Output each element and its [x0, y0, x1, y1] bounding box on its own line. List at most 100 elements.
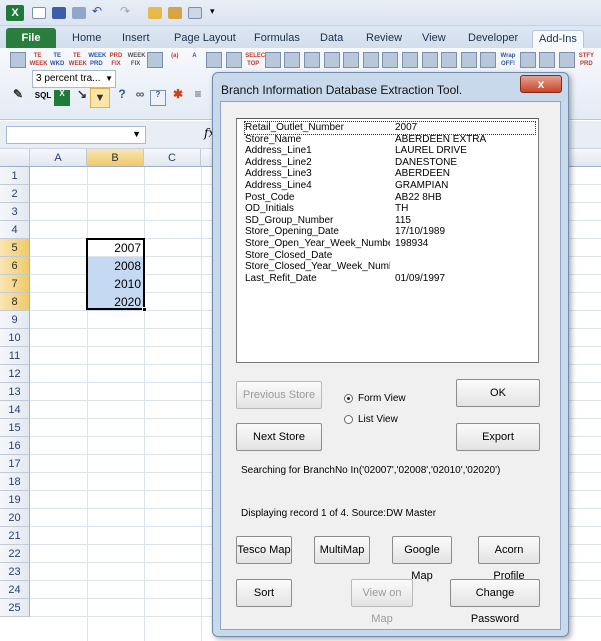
- save-icon[interactable]: [52, 7, 66, 19]
- record-field-row[interactable]: SD_Group_Number 115: [245, 215, 535, 227]
- column-header-c[interactable]: C: [144, 149, 201, 167]
- ok-button[interactable]: OK: [456, 379, 540, 407]
- cell-b8[interactable]: 2020: [87, 293, 144, 311]
- pen-icon[interactable]: ✎: [10, 88, 26, 106]
- row-header[interactable]: 7: [0, 275, 30, 293]
- cell-b7[interactable]: 2010: [87, 275, 144, 293]
- row-header[interactable]: 16: [0, 437, 30, 455]
- percent-combo[interactable]: 3 percent tra... ▼: [32, 70, 116, 88]
- add-in-tool-icon[interactable]: TE WEEK: [69, 52, 87, 68]
- record-field-row[interactable]: Address_Line2 DANESTONE: [245, 157, 535, 169]
- undo-icon[interactable]: ↶: [92, 4, 106, 18]
- record-field-row[interactable]: Store_Opening_Date 17/10/1989: [245, 226, 535, 238]
- add-in-tool-icon[interactable]: A: [186, 52, 202, 68]
- row-header[interactable]: 4: [0, 221, 30, 239]
- column-header-b[interactable]: B: [87, 149, 144, 167]
- tab-home[interactable]: Home: [72, 30, 101, 48]
- acorn-profile-button[interactable]: Acorn Profile: [478, 536, 540, 582]
- add-in-tool-icon[interactable]: PRD FIX: [108, 52, 124, 68]
- add-in-tool-icon[interactable]: [519, 52, 536, 68]
- row-header[interactable]: 5: [0, 239, 30, 257]
- add-in-tool-icon[interactable]: (a): [167, 52, 183, 68]
- multimap-button[interactable]: MultiMap: [314, 536, 370, 564]
- form-icon[interactable]: ?: [150, 90, 166, 106]
- add-in-tool-icon[interactable]: [558, 52, 575, 68]
- close-button[interactable]: x: [520, 75, 562, 93]
- record-field-row[interactable]: OD_Initials TH: [245, 203, 535, 215]
- row-header[interactable]: 24: [0, 581, 30, 599]
- next-store-button[interactable]: Next Store: [236, 423, 322, 451]
- record-field-row[interactable]: Store_Name ABERDEEN EXTRA: [245, 134, 535, 146]
- customize-toolbar-icon[interactable]: ▾: [210, 6, 224, 18]
- row-header[interactable]: 17: [0, 455, 30, 473]
- stack-icon[interactable]: ≡: [190, 88, 206, 106]
- add-in-tool-icon[interactable]: STFY PRD: [578, 52, 594, 68]
- help-icon[interactable]: ?: [114, 88, 130, 106]
- add-in-tool-icon[interactable]: [10, 52, 26, 68]
- row-header[interactable]: 2: [0, 185, 30, 203]
- record-field-row[interactable]: Store_Open_Year_Week_Number 198934: [245, 238, 535, 250]
- add-in-tool-icon[interactable]: [382, 52, 399, 68]
- row-header[interactable]: 12: [0, 365, 30, 383]
- add-in-tool-icon[interactable]: [421, 52, 438, 68]
- add-in-tool-icon[interactable]: [402, 52, 418, 68]
- tab-review[interactable]: Review: [366, 30, 402, 48]
- add-in-tool-icon[interactable]: [539, 52, 556, 68]
- row-header[interactable]: 11: [0, 347, 30, 365]
- add-in-tool-icon[interactable]: [304, 52, 320, 68]
- previous-store-button[interactable]: Previous Store: [236, 381, 322, 409]
- record-field-row[interactable]: Store_Closed_Year_Week_Number: [245, 261, 535, 273]
- cell-b6[interactable]: 2008: [87, 257, 144, 275]
- row-header[interactable]: 25: [0, 599, 30, 617]
- add-in-tool-icon[interactable]: TE WEEK: [30, 52, 48, 68]
- filter-icon[interactable]: ▼: [90, 88, 110, 108]
- record-field-row[interactable]: Address_Line1 LAUREL DRIVE: [245, 145, 535, 157]
- add-in-tool-icon[interactable]: [225, 52, 242, 68]
- tab-add-ins[interactable]: Add-Ins: [532, 30, 584, 48]
- print-preview-icon[interactable]: [72, 7, 86, 19]
- record-field-row[interactable]: Address_Line4 GRAMPIAN: [245, 180, 535, 192]
- add-in-tool-icon[interactable]: TE WKD: [49, 52, 65, 68]
- export-button[interactable]: Export: [456, 423, 540, 451]
- tesco-map-button[interactable]: Tesco Map: [236, 536, 292, 564]
- open-folder-icon[interactable]: [148, 7, 162, 19]
- add-in-tool-icon[interactable]: [264, 52, 281, 68]
- add-in-tool-icon[interactable]: [460, 52, 477, 68]
- cell-b5[interactable]: 2007: [87, 239, 144, 257]
- sql-icon[interactable]: SQL: [32, 92, 54, 108]
- add-in-tool-icon[interactable]: [323, 52, 340, 68]
- add-in-tool-icon[interactable]: WEEK PRD: [88, 52, 106, 68]
- folder-icon[interactable]: [168, 7, 182, 19]
- macro-icon[interactable]: ✱: [170, 88, 186, 106]
- row-header[interactable]: 6: [0, 257, 30, 275]
- add-in-tool-icon[interactable]: SELECT TOP: [245, 52, 269, 68]
- new-file-icon[interactable]: [32, 7, 46, 19]
- select-all-corner[interactable]: [0, 149, 30, 167]
- chevron-down-icon[interactable]: ▼: [105, 71, 113, 87]
- add-in-tool-icon[interactable]: Wrap OFF!: [500, 52, 516, 68]
- google-map-button[interactable]: Google Map: [392, 536, 452, 582]
- column-header-a[interactable]: A: [30, 149, 87, 167]
- row-header[interactable]: 21: [0, 527, 30, 545]
- record-field-row[interactable]: Last_Refit_Date 01/09/1997: [245, 273, 535, 285]
- record-field-row[interactable]: Retail_Outlet_Number 2007: [244, 121, 536, 135]
- add-in-tool-icon[interactable]: WEEK FIX: [128, 52, 146, 68]
- row-header[interactable]: 9: [0, 311, 30, 329]
- row-header[interactable]: 19: [0, 491, 30, 509]
- record-field-row[interactable]: Address_Line3 ABERDEEN: [245, 168, 535, 180]
- add-in-tool-icon[interactable]: [362, 52, 379, 68]
- row-header[interactable]: 10: [0, 329, 30, 347]
- binoculars-icon[interactable]: ∞: [132, 88, 148, 106]
- redo-icon[interactable]: ↷: [120, 4, 134, 18]
- add-in-tool-icon[interactable]: [147, 52, 164, 68]
- record-listbox[interactable]: Retail_Outlet_Number 2007 Store_Name ABERDE…: [236, 118, 539, 363]
- row-header[interactable]: 3: [0, 203, 30, 221]
- record-field-row[interactable]: Store_Closed_Date: [245, 250, 535, 262]
- row-header[interactable]: 14: [0, 401, 30, 419]
- row-header[interactable]: 15: [0, 419, 30, 437]
- add-in-tool-icon[interactable]: [480, 52, 497, 68]
- excel-icon[interactable]: X: [54, 90, 70, 106]
- tab-page-layout[interactable]: Page Layout: [174, 30, 236, 48]
- row-header[interactable]: 1: [0, 167, 30, 185]
- add-in-tool-icon[interactable]: [284, 52, 301, 68]
